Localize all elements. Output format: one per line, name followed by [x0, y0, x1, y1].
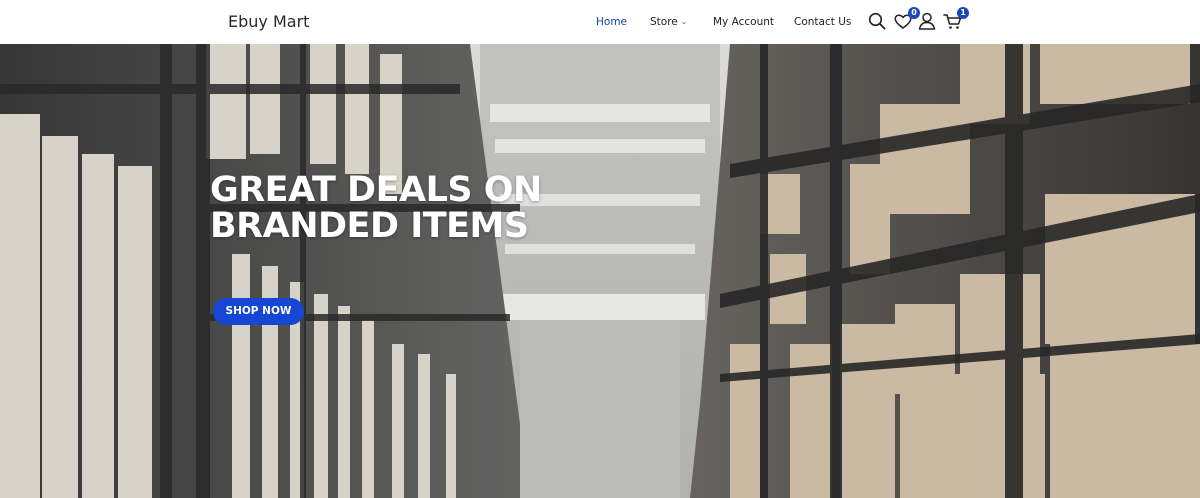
hero-title-line-2: BRANDED ITEMS — [210, 206, 529, 246]
search-button[interactable] — [866, 10, 888, 32]
nav-contact-us[interactable]: Contact Us — [794, 16, 851, 28]
chevron-down-icon: ⌄ — [680, 17, 688, 26]
nav-store-label: Store — [650, 16, 678, 28]
nav-home[interactable]: Home — [596, 16, 627, 28]
warehouse-background-image — [0, 44, 1200, 498]
nav-my-account[interactable]: My Account — [713, 16, 774, 28]
hero-title: GREAT DEALS ON BRANDED ITEMS — [210, 172, 630, 244]
site-header: Ebuy Mart Home Store ⌄ My Account Contact… — [0, 0, 1200, 44]
wishlist-button[interactable]: 0 — [892, 7, 920, 32]
nav-store[interactable]: Store ⌄ — [650, 16, 687, 28]
user-icon — [918, 12, 936, 30]
cart-button[interactable]: 1 — [942, 7, 969, 32]
search-icon — [868, 12, 886, 30]
account-button[interactable] — [916, 10, 938, 32]
cart-count-badge: 1 — [957, 7, 969, 19]
shop-now-button[interactable]: SHOP NOW — [213, 298, 304, 325]
main-nav: Home Store ⌄ My Account Contact Us — [0, 16, 1200, 30]
hero-title-line-1: GREAT DEALS ON — [210, 170, 542, 210]
hero-banner: GREAT DEALS ON BRANDED ITEMS SHOP NOW — [0, 44, 1200, 498]
